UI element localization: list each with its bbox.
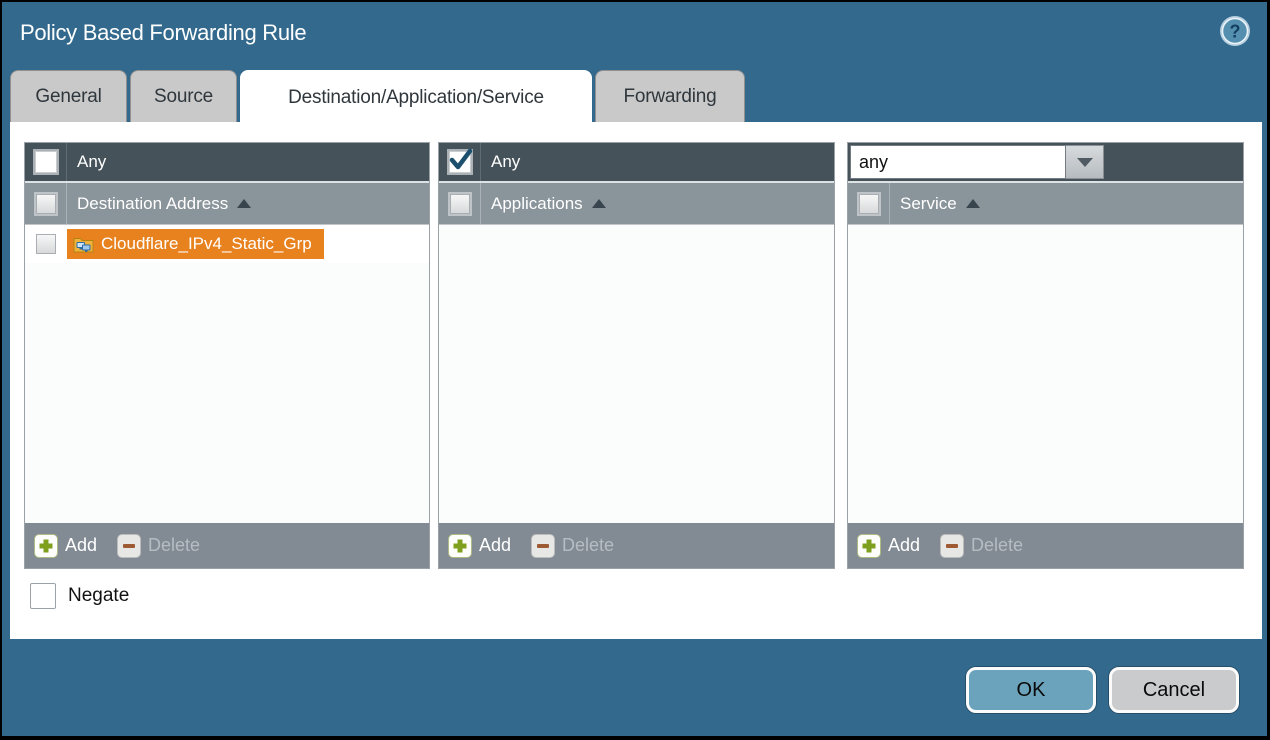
sort-asc-icon[interactable]	[237, 199, 251, 208]
content-panel: Any Destination Address	[10, 122, 1262, 639]
service-select-all-checkbox[interactable]	[859, 194, 879, 214]
applications-select-all-checkbox[interactable]	[450, 194, 470, 214]
add-icon	[857, 534, 881, 558]
sort-asc-icon[interactable]	[966, 199, 980, 208]
service-header-label[interactable]: Service	[900, 194, 957, 214]
destination-any-bar: Any	[25, 143, 429, 181]
delete-button[interactable]: Delete	[940, 534, 1023, 558]
applications-any-label: Any	[491, 152, 520, 172]
service-column: any Service Ad	[847, 142, 1244, 569]
add-icon	[34, 534, 58, 558]
service-list	[848, 225, 1243, 523]
applications-footer: Add Delete	[439, 523, 834, 568]
destination-column: Any Destination Address	[24, 142, 430, 569]
cancel-button[interactable]: Cancel	[1109, 667, 1239, 713]
help-icon[interactable]: ?	[1219, 15, 1251, 47]
sort-asc-icon[interactable]	[592, 199, 606, 208]
dropdown-button[interactable]	[1066, 145, 1104, 179]
delete-icon	[940, 534, 964, 558]
ok-button[interactable]: OK	[966, 667, 1096, 713]
destination-any-label: Any	[77, 152, 106, 172]
add-button[interactable]: Add	[448, 534, 511, 558]
tab-bar: General Source Destination/Application/S…	[10, 70, 748, 122]
service-dropdown-value[interactable]: any	[850, 145, 1066, 179]
delete-icon	[117, 534, 141, 558]
title-bar: Policy Based Forwarding Rule ?	[2, 2, 1267, 68]
destination-header-label[interactable]: Destination Address	[77, 194, 228, 214]
delete-icon	[531, 534, 555, 558]
add-icon	[448, 534, 472, 558]
tab-source[interactable]: Source	[130, 70, 237, 122]
applications-list	[439, 225, 834, 523]
applications-column: Any Applications Add	[438, 142, 835, 569]
applications-any-bar: Any	[439, 143, 834, 181]
add-button[interactable]: Add	[857, 534, 920, 558]
destination-any-checkbox[interactable]	[35, 151, 57, 173]
add-button[interactable]: Add	[34, 534, 97, 558]
delete-button[interactable]: Delete	[117, 534, 200, 558]
tab-general[interactable]: General	[10, 70, 127, 122]
destination-footer: Add Delete	[25, 523, 429, 568]
service-footer: Add Delete	[848, 523, 1243, 568]
service-dropdown[interactable]: any	[850, 145, 1104, 179]
address-group-icon	[73, 235, 94, 253]
negate-row: Negate	[30, 583, 129, 609]
chevron-down-icon	[1077, 158, 1093, 167]
selected-address-entry[interactable]: Cloudflare_IPv4_Static_Grp	[67, 229, 324, 259]
policy-based-forwarding-dialog: Policy Based Forwarding Rule ? General S…	[2, 2, 1267, 736]
row-checkbox[interactable]	[36, 234, 56, 254]
destination-select-all-checkbox[interactable]	[36, 194, 56, 214]
service-header-row: Service	[848, 183, 1243, 225]
applications-header-row: Applications	[439, 183, 834, 225]
table-row[interactable]: Cloudflare_IPv4_Static_Grp	[25, 225, 429, 263]
applications-header-label[interactable]: Applications	[491, 194, 583, 214]
tab-forwarding[interactable]: Forwarding	[595, 70, 745, 122]
svg-text:?: ?	[1230, 22, 1241, 42]
destination-list: Cloudflare_IPv4_Static_Grp	[25, 225, 429, 523]
page-title: Policy Based Forwarding Rule	[20, 20, 306, 46]
negate-label: Negate	[68, 585, 129, 607]
service-any-bar: any	[848, 143, 1243, 181]
delete-button[interactable]: Delete	[531, 534, 614, 558]
negate-checkbox[interactable]	[30, 583, 56, 609]
tab-destination-application-service[interactable]: Destination/Application/Service	[240, 70, 592, 124]
applications-any-checkbox[interactable]	[449, 151, 471, 173]
destination-header-row: Destination Address	[25, 183, 429, 225]
address-label: Cloudflare_IPv4_Static_Grp	[101, 234, 312, 254]
